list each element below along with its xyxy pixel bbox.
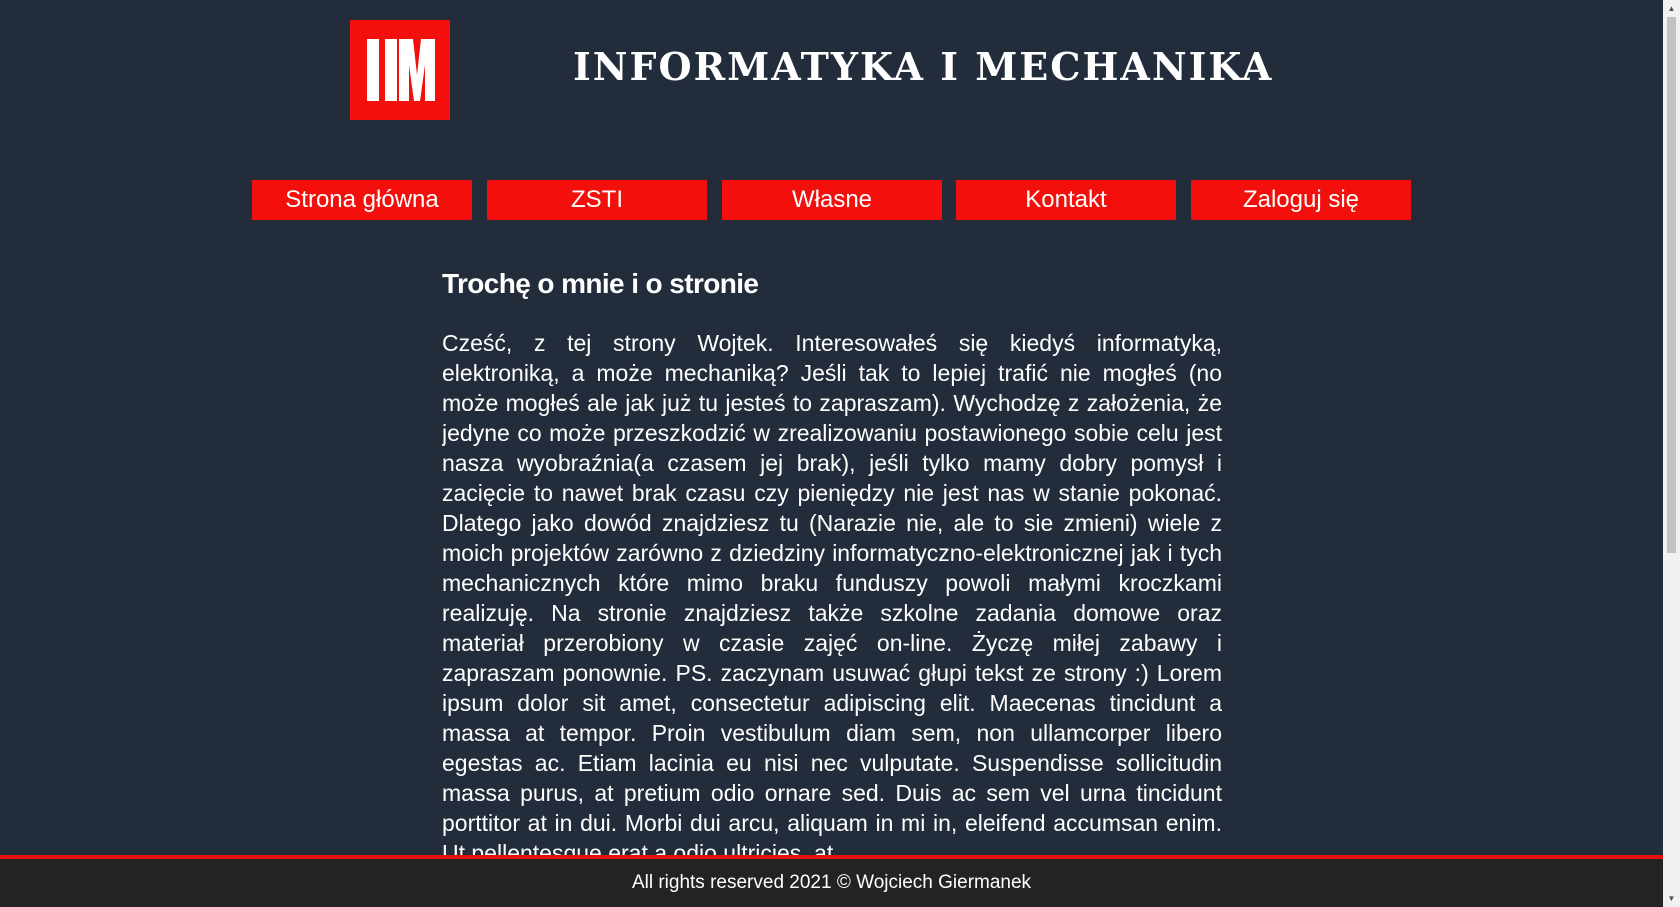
site-title: INFORMATYKA I MECHANIKA <box>573 44 1274 89</box>
site-logo[interactable] <box>350 20 450 120</box>
nav-item-kontakt[interactable]: Kontakt <box>956 180 1176 220</box>
page-heading: Trochę o mnie i o stronie <box>442 268 759 299</box>
vertical-scrollbar[interactable]: ▲ ▼ <box>1663 0 1680 907</box>
intro-paragraph: Cześć, z tej strony Wojtek. Interesowałe… <box>442 330 1222 857</box>
main-content: Trochę o mnie i o stronie Cześć, z tej s… <box>442 262 1222 857</box>
footer: All rights reserved 2021 © Wojciech Gier… <box>0 855 1663 907</box>
im-logo-icon <box>367 39 435 101</box>
nav-item-zsti[interactable]: ZSTI <box>487 180 707 220</box>
scrollbar-thumb[interactable] <box>1667 17 1676 553</box>
nav-item-wlasne[interactable]: Własne <box>722 180 942 220</box>
nav-item-login[interactable]: Zaloguj się <box>1191 180 1411 220</box>
nav-item-home[interactable]: Strona główna <box>252 180 472 220</box>
scroll-down-icon[interactable]: ▼ <box>1663 890 1680 907</box>
copyright-text: All rights reserved 2021 © Wojciech Gier… <box>631 872 1032 893</box>
scroll-up-icon[interactable]: ▲ <box>1663 0 1680 17</box>
